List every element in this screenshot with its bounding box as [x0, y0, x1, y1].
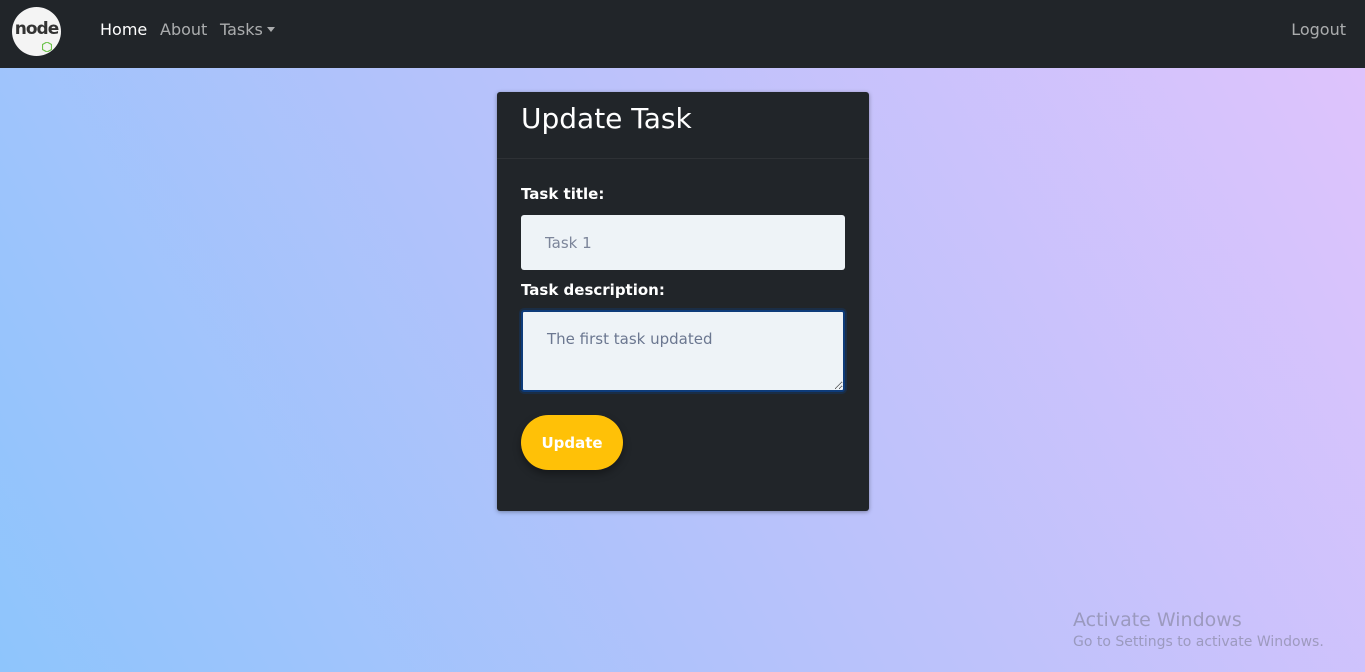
nav-tasks-label: Tasks	[220, 20, 263, 39]
activate-windows-subtitle: Go to Settings to activate Windows.	[1073, 634, 1324, 650]
activate-windows-title: Activate Windows	[1073, 609, 1242, 631]
task-description-label: Task description:	[521, 281, 665, 299]
task-description-textarea[interactable]: The first task updated	[521, 310, 845, 392]
nav-home-link[interactable]: Home	[100, 20, 147, 39]
caret-down-icon	[266, 26, 275, 32]
nav-about-link[interactable]: About	[160, 20, 207, 39]
task-title-input[interactable]	[521, 215, 845, 270]
logo-text: node	[14, 18, 59, 39]
task-title-label: Task title:	[521, 185, 605, 203]
logout-link[interactable]: Logout	[1291, 20, 1346, 39]
update-task-card: Update Task Task title: Task description…	[497, 92, 869, 511]
update-button[interactable]: Update	[521, 415, 623, 470]
nav-tasks-dropdown[interactable]: Tasks	[220, 20, 275, 39]
top-navbar: node Home About Tasks Logout	[0, 0, 1365, 68]
hexagon-icon	[42, 42, 52, 52]
page-title: Update Task	[521, 102, 692, 135]
card-header: Update Task	[497, 92, 869, 159]
nodejs-logo[interactable]: node	[12, 7, 61, 56]
